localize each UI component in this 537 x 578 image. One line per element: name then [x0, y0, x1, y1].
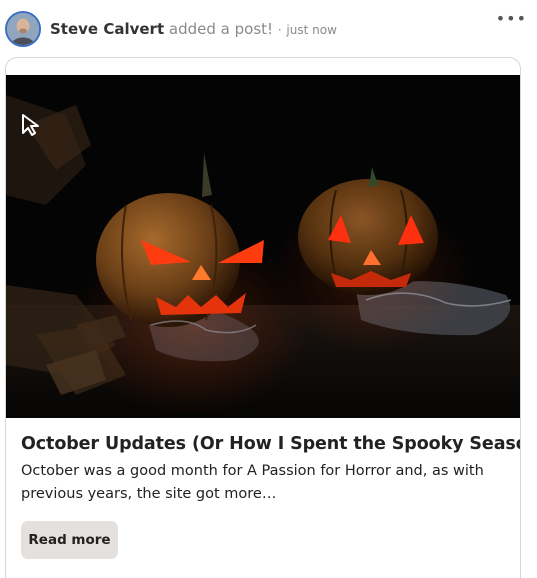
post-header-text: Steve Calvert added a post! · just now — [50, 20, 337, 38]
post-timestamp: just now — [286, 23, 337, 37]
post-excerpt: October was a good month for A Passion f… — [21, 463, 484, 502]
post-image[interactable] — [6, 75, 520, 418]
cursor-icon — [20, 113, 42, 137]
avatar[interactable] — [5, 11, 41, 47]
post-header: Steve Calvert added a post! · just now — [5, 10, 525, 48]
time-separator: · — [277, 23, 282, 37]
post-action: added a post! — [168, 20, 274, 38]
post-card: October Updates (Or How I Spent the Spoo… — [5, 57, 521, 578]
more-horizontal-icon[interactable]: ••• — [496, 11, 527, 27]
post-title[interactable]: October Updates (Or How I Spent the Spoo… — [21, 434, 520, 454]
activity-post: Steve Calvert added a post! · just now •… — [0, 0, 537, 578]
author-name[interactable]: Steve Calvert — [50, 20, 164, 38]
read-more-button[interactable]: Read more — [21, 521, 118, 559]
